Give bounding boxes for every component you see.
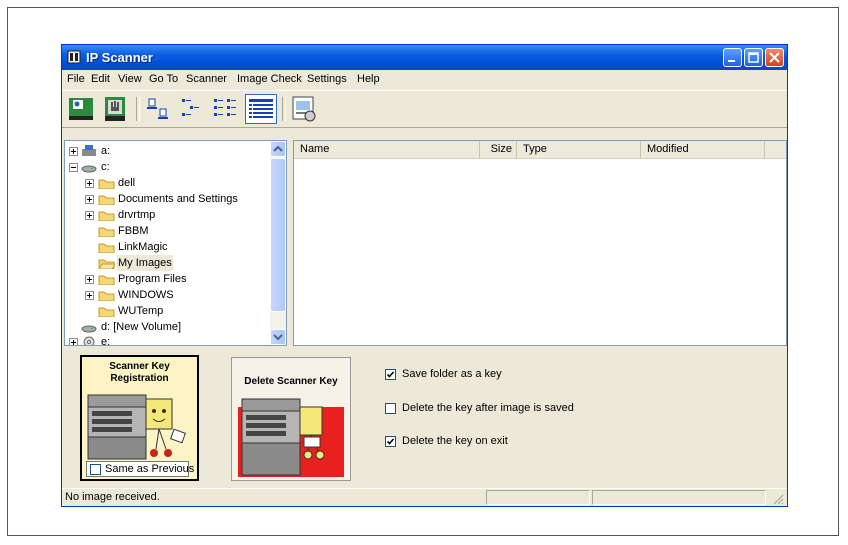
same-as-previous-check[interactable] <box>90 464 101 475</box>
folder-icon <box>98 179 115 189</box>
expand-icon[interactable] <box>69 338 78 345</box>
image-check-button[interactable] <box>288 94 320 124</box>
scanner-mascot-icon <box>87 394 186 460</box>
scroll-down-button[interactable] <box>270 329 286 345</box>
file-list[interactable]: Name Size Type Modified <box>293 140 787 346</box>
hard-drive-icon <box>81 165 97 173</box>
same-as-previous-checkbox[interactable]: Same as Previous <box>86 461 194 477</box>
scan-hand-button[interactable] <box>99 94 131 124</box>
expand-icon[interactable] <box>69 147 78 156</box>
delete-title: Delete Scanner Key <box>244 376 338 387</box>
status-pane-2 <box>486 490 590 505</box>
open-folder-icon <box>98 259 115 269</box>
folder-icon <box>98 227 115 237</box>
close-icon <box>769 52 780 63</box>
save-folder-as-key-label: Save folder as a key <box>402 368 502 380</box>
folder-icon <box>98 211 115 221</box>
scroll-thumb[interactable] <box>270 158 286 312</box>
folder-icon <box>98 307 115 317</box>
folder-tree[interactable]: a: c: dell Documents and Settings drvrtm… <box>64 140 287 346</box>
status-bar: No image received. <box>62 488 787 507</box>
delete-scanner-icon <box>238 398 344 477</box>
app-window: IP Scanner File Edit View Go To Scanner … <box>61 44 788 507</box>
tree-scrollbar[interactable] <box>270 141 286 345</box>
same-as-previous-label: Same as Previous <box>105 463 195 475</box>
registration-title: Scanner Key Registration <box>109 361 170 384</box>
column-size[interactable]: Size <box>480 141 517 158</box>
large-icons-view-button[interactable] <box>142 94 174 124</box>
column-type[interactable]: Type <box>517 141 641 158</box>
floppy-drive-icon <box>82 145 96 156</box>
menu-bar: File Edit View Go To Scanner Image Check… <box>62 71 787 88</box>
folder-icon <box>98 275 115 285</box>
menu-go-to[interactable]: Go To <box>149 73 178 85</box>
details-view-icon <box>249 99 273 118</box>
maximize-button[interactable] <box>744 48 763 67</box>
expand-icon[interactable] <box>85 211 94 220</box>
collapse-icon[interactable] <box>69 163 78 172</box>
close-button[interactable] <box>765 48 784 67</box>
scan-hand-icon <box>105 97 125 121</box>
expand-icon[interactable] <box>85 179 94 188</box>
scanner-setup-button[interactable] <box>65 94 97 124</box>
status-text: No image received. <box>65 491 160 503</box>
save-folder-as-key-checkbox[interactable] <box>385 369 396 380</box>
toolbar <box>62 90 787 128</box>
resize-grip-icon[interactable] <box>771 492 784 505</box>
menu-settings[interactable]: Settings <box>307 73 347 85</box>
delete-after-saved-checkbox[interactable] <box>385 403 396 414</box>
menu-edit[interactable]: Edit <box>91 73 110 85</box>
small-icons-view-button[interactable] <box>176 94 208 124</box>
list-view-button[interactable] <box>210 94 242 124</box>
folder-icon <box>98 195 115 205</box>
small-icons-view-icon <box>182 99 199 116</box>
delete-on-exit-label: Delete the key on exit <box>402 435 508 447</box>
menu-image-check[interactable]: Image Check <box>237 73 302 85</box>
menu-file[interactable]: File <box>67 73 85 85</box>
hard-drive-icon <box>81 325 97 333</box>
delete-scanner-key-button[interactable]: Delete Scanner Key <box>231 357 351 481</box>
details-view-button[interactable] <box>245 94 277 124</box>
menu-scanner[interactable]: Scanner <box>186 73 227 85</box>
column-name[interactable]: Name <box>294 141 480 158</box>
menu-view[interactable]: View <box>118 73 142 85</box>
column-modified[interactable]: Modified <box>641 141 765 158</box>
title-bar[interactable]: IP Scanner <box>62 45 787 70</box>
folder-icon <box>98 243 115 253</box>
file-list-header: Name Size Type Modified <box>294 141 786 159</box>
image-check-icon <box>292 96 316 122</box>
scanner-app-icon <box>67 50 81 64</box>
delete-after-saved-label: Delete the key after image is saved <box>402 402 574 414</box>
expand-icon[interactable] <box>85 291 94 300</box>
minimize-icon <box>728 60 735 62</box>
minimize-button[interactable] <box>723 48 742 67</box>
delete-on-exit-checkbox[interactable] <box>385 436 396 447</box>
cd-drive-icon <box>83 336 95 345</box>
menu-help[interactable]: Help <box>357 73 380 85</box>
chevron-down-icon <box>273 334 283 341</box>
large-icons-view-icon <box>147 98 168 119</box>
window-title: IP Scanner <box>86 50 153 65</box>
chevron-up-icon <box>273 145 283 152</box>
expand-icon[interactable] <box>85 195 94 204</box>
expand-icon[interactable] <box>85 275 94 284</box>
folder-icon <box>98 291 115 301</box>
list-view-icon <box>214 99 236 116</box>
scroll-up-button[interactable] <box>270 141 286 157</box>
maximize-icon <box>748 52 759 63</box>
status-pane-3 <box>592 490 766 505</box>
scanner-setup-icon <box>69 98 93 120</box>
scanner-key-registration-button[interactable]: Scanner Key Registration Same as Previou… <box>80 355 199 481</box>
